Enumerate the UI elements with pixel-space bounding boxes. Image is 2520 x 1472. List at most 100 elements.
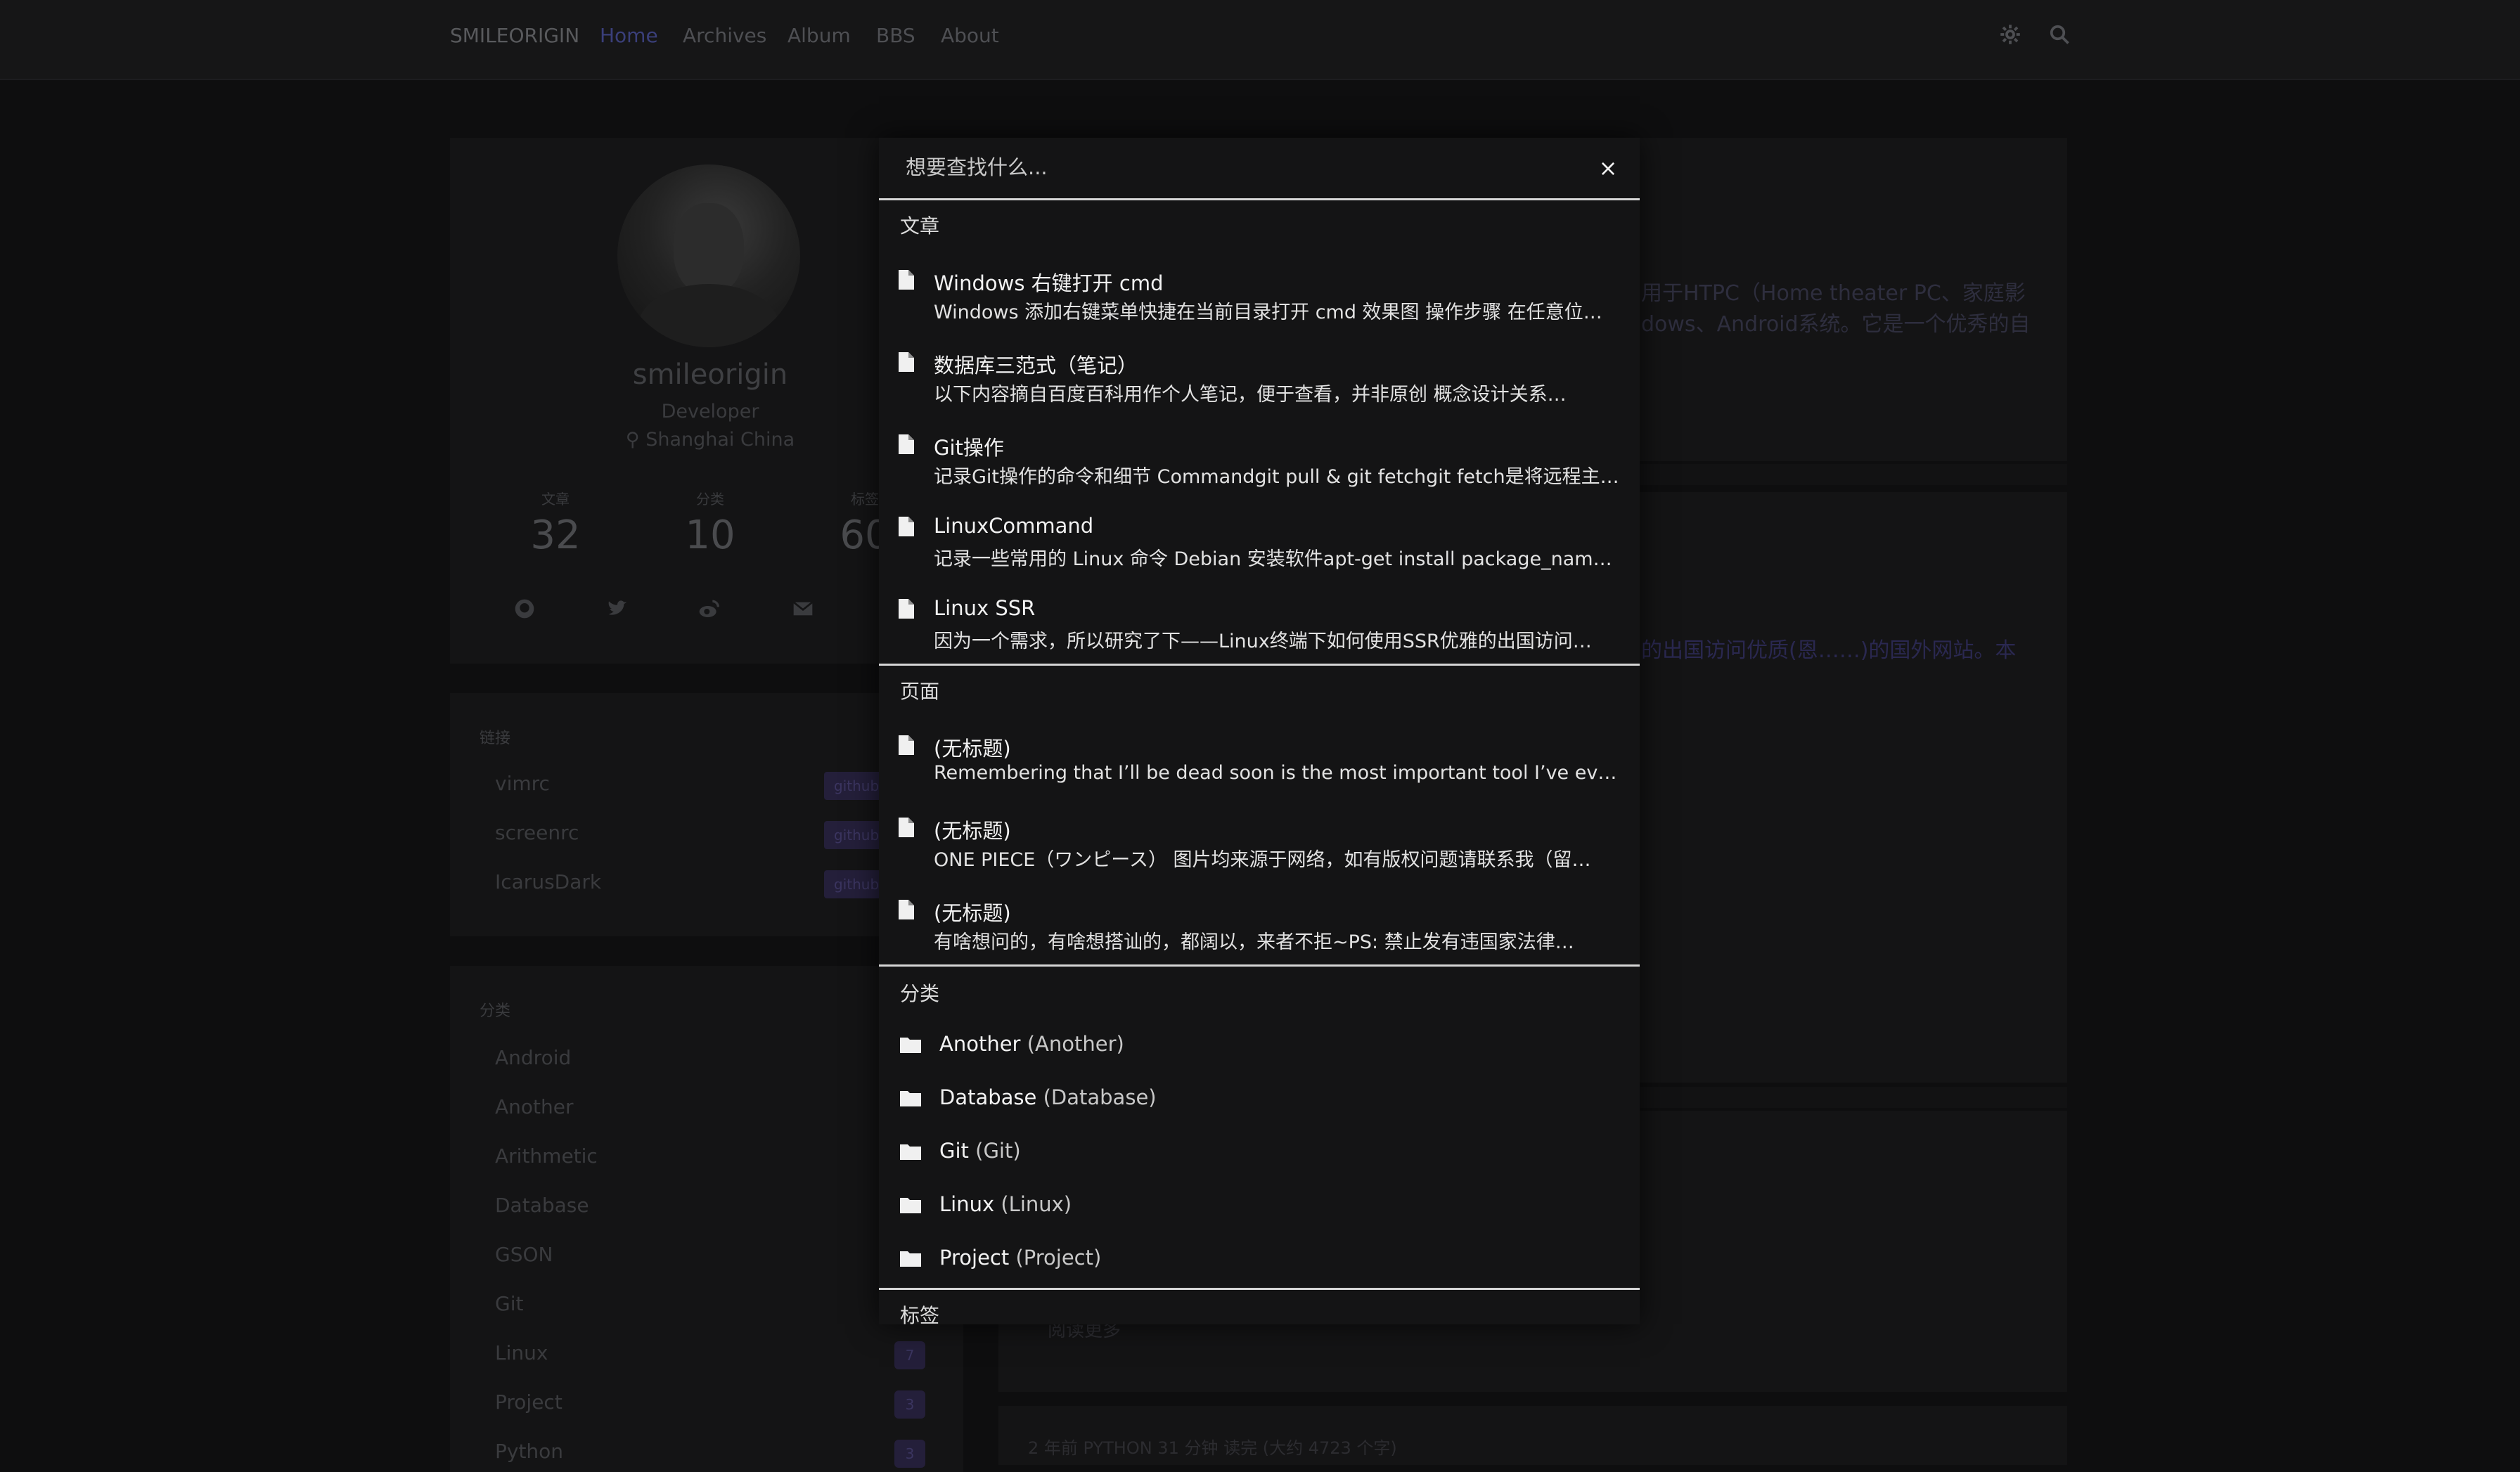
result-title: (无标题) bbox=[934, 737, 1011, 761]
group-title-tags: 标签 bbox=[900, 1304, 940, 1324]
navbar: SMILEORIGIN Home Archives Album BBS Abou… bbox=[0, 0, 2520, 80]
folder-icon bbox=[900, 1250, 921, 1267]
nav-home[interactable]: Home bbox=[600, 24, 658, 47]
search-header: × bbox=[879, 138, 1640, 200]
stat-label: 分类 bbox=[696, 491, 724, 508]
result-description: 记录一些常用的 Linux 命令 Debian 安装软件apt-get inst… bbox=[934, 548, 1623, 570]
result-description: Windows 添加右键菜单快捷在当前目录打开 cmd 效果图 操作步骤 在任意… bbox=[934, 302, 1602, 323]
categories-title: 分类 bbox=[480, 1002, 511, 1020]
github-icon[interactable] bbox=[513, 598, 536, 620]
nav-archives[interactable]: Archives bbox=[683, 24, 766, 47]
search-result[interactable]: (无标题) Remembering that I’ll be dead soon… bbox=[879, 728, 1640, 804]
settings-icon[interactable] bbox=[2000, 24, 2021, 45]
link-icarusdark[interactable]: IcarusDark bbox=[495, 870, 601, 893]
document-icon bbox=[899, 735, 914, 755]
document-icon bbox=[899, 517, 914, 536]
mail-icon[interactable] bbox=[792, 598, 814, 620]
search-input[interactable] bbox=[904, 149, 1540, 186]
category-git[interactable]: Git bbox=[495, 1292, 523, 1315]
category-arithmetic[interactable]: Arithmetic bbox=[495, 1144, 598, 1168]
category-count: 3 bbox=[894, 1440, 925, 1468]
category-python[interactable]: Python bbox=[495, 1440, 563, 1463]
category-name: Another bbox=[939, 1032, 1021, 1056]
stat-categories[interactable]: 分类 10 bbox=[654, 488, 766, 558]
category-result[interactable]: Linux (Linux) bbox=[879, 1189, 1640, 1232]
document-icon bbox=[899, 900, 914, 919]
document-icon bbox=[899, 352, 914, 372]
nav-album[interactable]: Album bbox=[788, 24, 851, 47]
avatar bbox=[617, 164, 800, 347]
category-name: Database bbox=[939, 1085, 1037, 1109]
group-title-categories: 分类 bbox=[900, 982, 940, 1005]
search-result[interactable]: Linux SSR 因为一个需求，所以研究了下——Linux终端下如何使用SSR… bbox=[879, 592, 1640, 668]
result-description: 因为一个需求，所以研究了下——Linux终端下如何使用SSR优雅的出国访问… bbox=[934, 631, 1592, 652]
nav-bbs[interactable]: BBS bbox=[876, 24, 915, 47]
search-result[interactable]: LinuxCommand 记录一些常用的 Linux 命令 Debian 安装软… bbox=[879, 510, 1640, 586]
search-result[interactable]: Git操作 记录Git操作的命令和细节 Commandgit pull & gi… bbox=[879, 427, 1640, 503]
category-database[interactable]: Database bbox=[495, 1194, 589, 1217]
nav-about[interactable]: About bbox=[941, 24, 999, 47]
link-screenrc[interactable]: screenrc bbox=[495, 821, 579, 844]
folder-icon bbox=[900, 1143, 921, 1160]
search-result[interactable]: (无标题) ONE PIECE（ワンピース） 图片均来源于网络，如有版权问题请联… bbox=[879, 811, 1640, 886]
folder-icon bbox=[900, 1196, 921, 1213]
twitter-icon[interactable] bbox=[606, 598, 629, 620]
search-icon[interactable] bbox=[2049, 24, 2070, 45]
result-title: Windows 右键打开 cmd bbox=[934, 271, 1164, 295]
result-description: ONE PIECE（ワンピース） 图片均来源于网络，如有版权问题请联系我（留… bbox=[934, 849, 1591, 871]
close-button[interactable]: × bbox=[1598, 157, 1619, 179]
document-icon bbox=[899, 818, 914, 837]
link-vimrc[interactable]: vimrc bbox=[495, 772, 550, 795]
result-title: (无标题) bbox=[934, 819, 1011, 843]
category-gson[interactable]: GSON bbox=[495, 1243, 553, 1266]
post-excerpt: 的出国访问优质(恩……)的国外网站。本 bbox=[1641, 638, 2017, 663]
document-icon bbox=[899, 599, 914, 619]
group-divider bbox=[879, 1288, 1640, 1290]
category-count: 7 bbox=[894, 1341, 925, 1369]
category-android[interactable]: Android bbox=[495, 1046, 571, 1069]
category-slug: (Project) bbox=[1015, 1246, 1102, 1270]
category-another[interactable]: Another bbox=[495, 1095, 574, 1118]
result-title: (无标题) bbox=[934, 901, 1011, 925]
folder-icon bbox=[900, 1036, 921, 1053]
category-slug: (Linux) bbox=[1001, 1192, 1072, 1216]
stat-label: 文章 bbox=[541, 491, 570, 508]
result-description: Remembering that I’ll be dead soon is th… bbox=[934, 762, 1623, 784]
search-modal: × 文章 Windows 右键打开 cmd Windows 添加右键菜单快捷在当… bbox=[879, 138, 1640, 1324]
category-name: Project bbox=[939, 1246, 1010, 1270]
stat-value: 32 bbox=[530, 512, 581, 558]
post-excerpt: dows、Android系统。它是一个优秀的自 bbox=[1641, 312, 2031, 337]
category-result[interactable]: Project (Project) bbox=[879, 1243, 1640, 1285]
document-icon bbox=[899, 434, 914, 454]
result-description: 记录Git操作的命令和细节 Commandgit pull & git fetc… bbox=[934, 466, 1619, 488]
result-description: 有啥想问的，有啥想搭讪的，都阔以，来者不拒~PS: 禁止发有违国家法律… bbox=[934, 931, 1574, 953]
weibo-icon[interactable] bbox=[698, 598, 720, 620]
folder-icon bbox=[900, 1090, 921, 1106]
category-slug: (Database) bbox=[1043, 1085, 1157, 1109]
category-project[interactable]: Project bbox=[495, 1390, 562, 1414]
search-result[interactable]: 数据库三范式（笔记） 以下内容摘自百度百科用作个人笔记，便于查看，并非原创 概念… bbox=[879, 345, 1640, 421]
site-brand[interactable]: SMILEORIGIN bbox=[450, 24, 579, 47]
document-icon bbox=[899, 270, 914, 290]
search-result[interactable]: Windows 右键打开 cmd Windows 添加右键菜单快捷在当前目录打开… bbox=[879, 263, 1640, 339]
group-divider bbox=[879, 964, 1640, 967]
result-title: Git操作 bbox=[934, 436, 1004, 460]
stat-posts[interactable]: 文章 32 bbox=[499, 488, 612, 558]
category-slug: (Another) bbox=[1027, 1032, 1124, 1056]
post-meta: 2 年前 PYTHON 31 分钟 读完 (大约 4723 个字) bbox=[1028, 1438, 1397, 1458]
group-title-pages: 页面 bbox=[900, 680, 940, 703]
category-result[interactable]: Database (Database) bbox=[879, 1083, 1640, 1125]
location-text: Shanghai China bbox=[645, 429, 795, 451]
stat-value: 10 bbox=[685, 512, 735, 558]
post-excerpt: 用于HTPC（Home theater PC、家庭影 bbox=[1641, 281, 2026, 306]
group-title-posts: 文章 bbox=[900, 214, 940, 238]
result-title: Linux SSR bbox=[934, 596, 1036, 620]
category-linux[interactable]: Linux bbox=[495, 1341, 548, 1364]
category-name: Git bbox=[939, 1139, 969, 1163]
result-description: 以下内容摘自百度百科用作个人笔记，便于查看，并非原创 概念设计关系… bbox=[934, 384, 1567, 406]
links-title: 链接 bbox=[480, 730, 511, 747]
result-title: LinuxCommand bbox=[934, 514, 1094, 538]
category-result[interactable]: Another (Another) bbox=[879, 1029, 1640, 1071]
category-result[interactable]: Git (Git) bbox=[879, 1136, 1640, 1178]
search-result[interactable]: (无标题) 有啥想问的，有啥想搭讪的，都阔以，来者不拒~PS: 禁止发有违国家法… bbox=[879, 893, 1640, 969]
